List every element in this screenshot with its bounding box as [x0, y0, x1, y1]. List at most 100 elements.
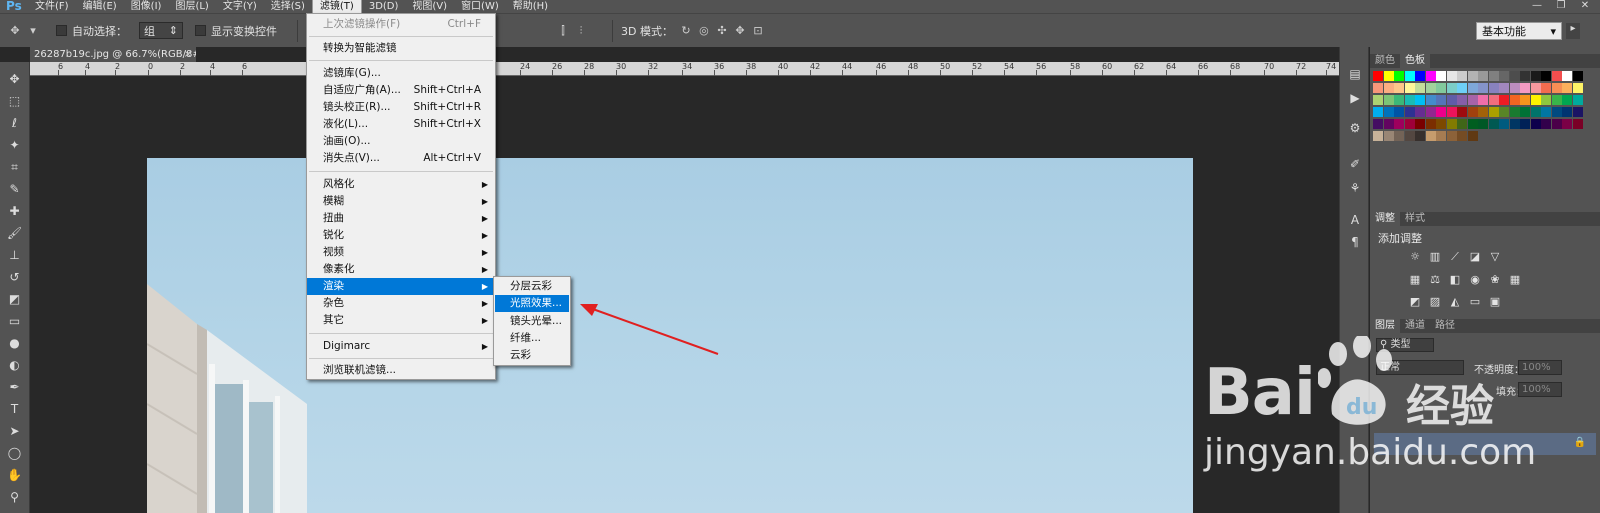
swatch[interactable] [1572, 95, 1583, 105]
layer-row[interactable]: 🔒 [1374, 433, 1596, 455]
color-lookup-icon[interactable]: ▦ [1508, 273, 1522, 287]
close-tab-icon[interactable]: × [184, 47, 192, 62]
menu-filter-b-7[interactable]: 杂色 ▶ [307, 295, 495, 312]
swatch[interactable] [1373, 71, 1383, 81]
roll-3d-icon[interactable]: ◎ [697, 24, 711, 38]
swatch[interactable] [1457, 83, 1467, 93]
swatch[interactable] [1467, 107, 1478, 117]
swatch[interactable] [1520, 71, 1530, 81]
render-submenu-item-4[interactable]: 云彩 [495, 347, 569, 364]
swatch[interactable] [1394, 83, 1404, 93]
swatch[interactable] [1551, 83, 1562, 93]
menu-item-5[interactable]: 选择(S) [264, 0, 312, 13]
properties-panel-icon[interactable]: ⚙ [1345, 119, 1365, 137]
swatch-grid[interactable] [1373, 71, 1583, 191]
swatch[interactable] [1394, 107, 1404, 117]
menu-item-3[interactable]: 图层(L) [168, 0, 215, 13]
swatch[interactable] [1541, 95, 1551, 105]
show-transform-checkbox[interactable] [195, 25, 206, 36]
stamp-tool-icon[interactable]: ⊥ [4, 244, 26, 266]
swatch[interactable] [1467, 71, 1478, 81]
brush-tool-icon[interactable]: 🖌 [4, 222, 26, 244]
auto-select-dropdown[interactable]: 组 ⇕ [139, 22, 183, 39]
swatch[interactable] [1509, 71, 1520, 81]
hand-tool-icon[interactable]: ✋ [4, 464, 26, 486]
channel-mixer-icon[interactable]: ❀ [1488, 273, 1502, 287]
swatch[interactable] [1551, 107, 1562, 117]
render-submenu-item-1[interactable]: 光照效果... [495, 295, 569, 312]
crop-tool-icon[interactable]: ⌗ [4, 156, 26, 178]
menu-filter-a-5[interactable]: 消失点(V)... Alt+Ctrl+V [307, 150, 495, 167]
history-panel-icon[interactable]: ▤ [1345, 65, 1365, 83]
swatch[interactable] [1551, 71, 1562, 81]
selective-color-icon[interactable]: ▣ [1488, 295, 1502, 309]
swatch[interactable] [1425, 131, 1436, 141]
auto-select-option[interactable]: 自动选择： [56, 23, 127, 39]
swatch[interactable] [1457, 119, 1467, 129]
menu-filter-a-0[interactable]: 滤镜库(G)... [307, 65, 495, 82]
lasso-tool-icon[interactable]: ℓ [4, 112, 26, 134]
swatch[interactable] [1415, 119, 1425, 129]
history-brush-icon[interactable]: ↺ [4, 266, 26, 288]
swatch[interactable] [1446, 83, 1457, 93]
blend-mode-dropdown[interactable]: 正常 [1376, 360, 1464, 375]
swatch[interactable] [1488, 107, 1499, 117]
swatch[interactable] [1415, 131, 1425, 141]
swatch[interactable] [1467, 119, 1478, 129]
tab-channels[interactable]: 通道 [1400, 319, 1430, 333]
swatch[interactable] [1562, 119, 1572, 129]
swatch[interactable] [1562, 107, 1572, 117]
swatch[interactable] [1499, 119, 1509, 129]
swatch[interactable] [1530, 71, 1541, 81]
menu-convert-smart-filter[interactable]: 转换为智能滤镜 [307, 40, 495, 57]
swatch[interactable] [1415, 71, 1425, 81]
swatch[interactable] [1488, 83, 1499, 93]
swatch[interactable] [1499, 95, 1509, 105]
swatch[interactable] [1383, 71, 1394, 81]
eraser-tool-icon[interactable]: ◩ [4, 288, 26, 310]
swatch[interactable] [1383, 131, 1394, 141]
swatch[interactable] [1436, 119, 1446, 129]
swatch[interactable] [1478, 107, 1488, 117]
tab-layers[interactable]: 图层 [1370, 319, 1400, 333]
swatch[interactable] [1446, 71, 1457, 81]
swatch[interactable] [1488, 95, 1499, 105]
swatch[interactable] [1478, 71, 1488, 81]
swatch[interactable] [1457, 95, 1467, 105]
swatch[interactable] [1478, 83, 1488, 93]
actions-panel-icon[interactable]: ▶ [1345, 89, 1365, 107]
swatch[interactable] [1404, 131, 1415, 141]
menu-filter-b-8[interactable]: 其它 ▶ [307, 312, 495, 329]
scale-3d-icon[interactable]: ⊡ [751, 24, 765, 38]
menu-item-1[interactable]: 编辑(E) [76, 0, 124, 13]
swatch[interactable] [1373, 83, 1383, 93]
rotate-3d-icon[interactable]: ↻ [679, 24, 693, 38]
pen-tool-icon[interactable]: ✒ [4, 376, 26, 398]
swatch[interactable] [1415, 95, 1425, 105]
zoom-tool-icon[interactable]: ⚲ [4, 486, 26, 508]
swatch[interactable] [1394, 95, 1404, 105]
threshold-icon[interactable]: ◭ [1448, 295, 1462, 309]
menu-filter-b-4[interactable]: 视频 ▶ [307, 244, 495, 261]
auto-select-checkbox[interactable] [56, 25, 67, 36]
document-tab[interactable]: 26287b19c.jpg @ 66.7%(RGB/8#) × [30, 47, 196, 62]
swatch[interactable] [1499, 107, 1509, 117]
swatch[interactable] [1520, 107, 1530, 117]
swatch[interactable] [1520, 119, 1530, 129]
tab-paths[interactable]: 路径 [1430, 319, 1460, 333]
paragraph-panel-icon[interactable]: ¶ [1345, 233, 1365, 251]
swatch[interactable] [1478, 95, 1488, 105]
close-icon[interactable]: ✕ [1576, 0, 1594, 12]
swatch[interactable] [1457, 71, 1467, 81]
swatch[interactable] [1541, 71, 1551, 81]
gradient-map-icon[interactable]: ▭ [1468, 295, 1482, 309]
swatch[interactable] [1530, 107, 1541, 117]
gradient-tool-icon[interactable]: ▭ [4, 310, 26, 332]
swatch[interactable] [1541, 83, 1551, 93]
swatch[interactable] [1415, 107, 1425, 117]
swatch[interactable] [1541, 107, 1551, 117]
type-tool-icon[interactable]: T [4, 398, 26, 420]
swatch[interactable] [1446, 119, 1457, 129]
menu-browse-online[interactable]: 浏览联机滤镜... [307, 362, 495, 379]
color-balance-icon[interactable]: ⚖ [1428, 273, 1442, 287]
